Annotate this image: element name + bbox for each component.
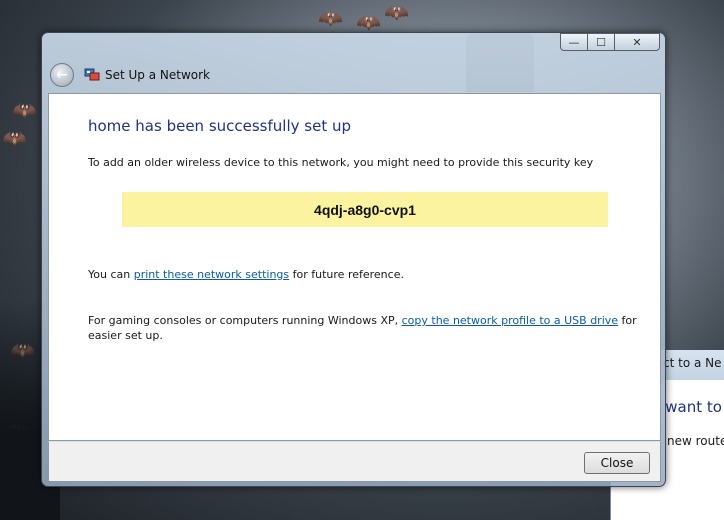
xp-prefix: For gaming consoles or computers running…	[88, 314, 402, 327]
print-settings-text: You can print these network settings for…	[88, 268, 404, 281]
copy-profile-usb-link[interactable]: copy the network profile to a USB drive	[402, 314, 618, 327]
dialog-footer: Close	[48, 441, 661, 482]
dialog-title: Set Up a Network	[105, 68, 211, 82]
dialog-titlebar[interactable]: ← Set Up a Network — ☐ ✕	[42, 33, 665, 93]
security-key-instructions: To add an older wireless device to this …	[88, 156, 594, 169]
close-button[interactable]: Close	[584, 452, 650, 474]
print-prefix: You can	[88, 268, 134, 281]
dialog-content: home has been successfully set up To add…	[48, 93, 661, 441]
usb-profile-text-line2: easier set up.	[88, 329, 163, 342]
security-key-box: 4qdj-a8g0-cvp1	[122, 192, 608, 227]
maximize-icon: ☐	[596, 35, 606, 49]
bat-icon: 🦇	[318, 6, 343, 30]
minimize-button[interactable]: —	[560, 33, 588, 51]
usb-profile-text: For gaming consoles or computers running…	[88, 314, 637, 327]
close-icon: ✕	[632, 35, 642, 49]
page-title: home has been successfully set up	[88, 117, 351, 135]
bat-icon: 🦇	[12, 98, 37, 122]
maximize-button[interactable]: ☐	[587, 33, 615, 51]
print-suffix: for future reference.	[289, 268, 404, 281]
xp-suffix: for	[618, 314, 637, 327]
print-settings-link[interactable]: print these network settings	[134, 268, 289, 281]
bat-icon: 🦇	[2, 126, 27, 150]
minimize-icon: —	[568, 35, 580, 49]
bat-icon: 🦇	[356, 10, 381, 34]
back-arrow-icon[interactable]: ←	[50, 63, 74, 87]
close-window-button[interactable]: ✕	[614, 33, 660, 51]
setup-network-dialog: ← Set Up a Network — ☐ ✕ home has been s…	[41, 32, 666, 487]
bat-icon: 🦇	[384, 0, 409, 24]
security-key: 4qdj-a8g0-cvp1	[314, 201, 416, 218]
network-setup-icon	[84, 68, 100, 81]
